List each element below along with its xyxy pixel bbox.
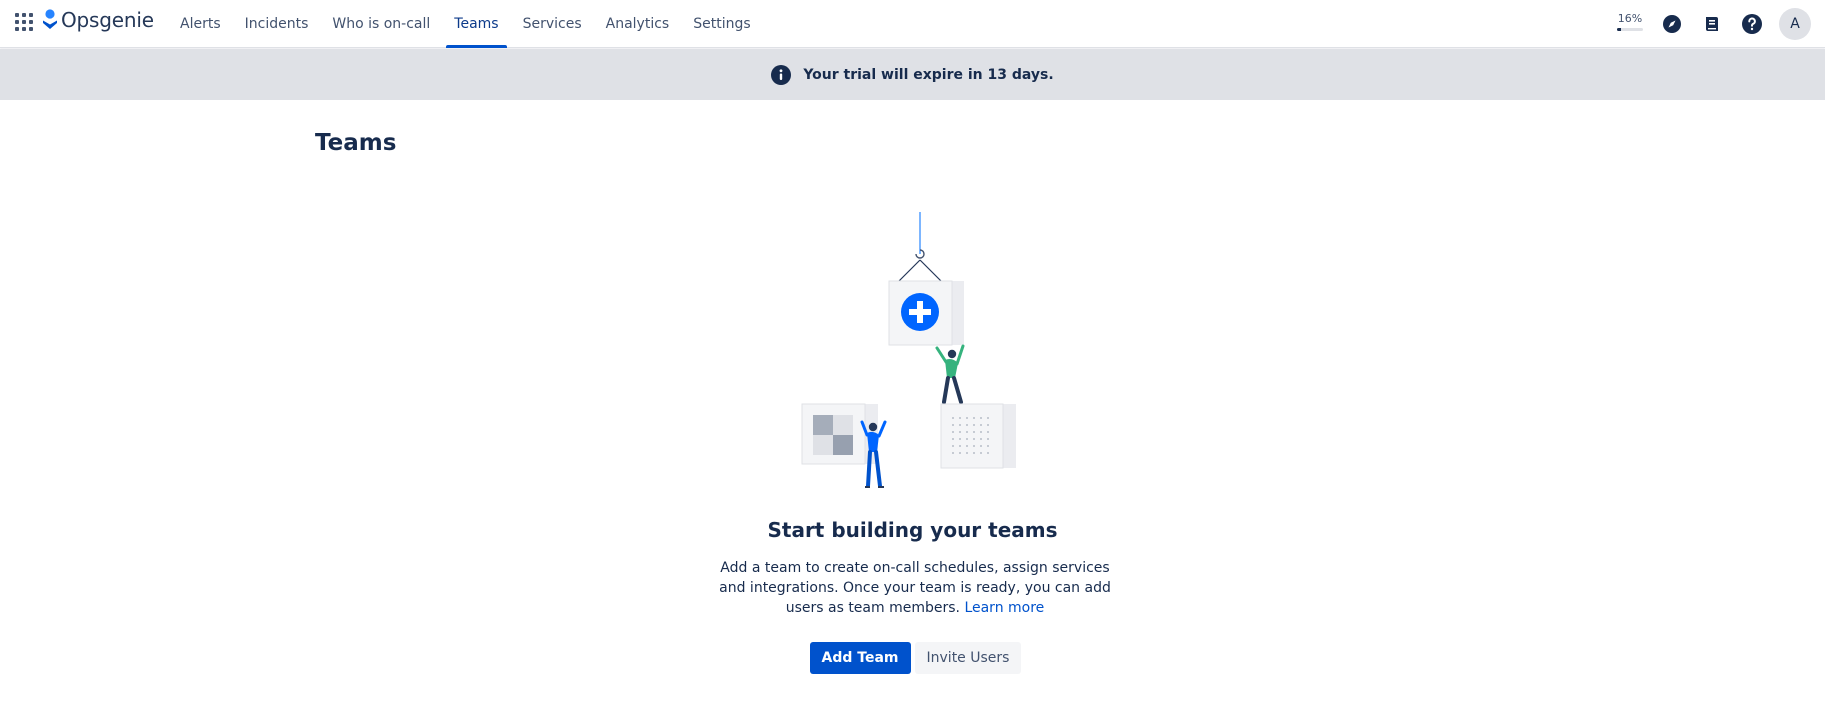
main-nav: Alerts Incidents Who is on-call Teams Se… [168, 0, 763, 48]
empty-state-description-text: Add a team to create on-call schedules, … [719, 560, 1111, 616]
nav-item-services[interactable]: Services [511, 0, 594, 48]
setup-progress[interactable]: 16% [1617, 12, 1643, 36]
nav-item-who-is-on-call[interactable]: Who is on-call [320, 0, 442, 48]
nav-item-analytics[interactable]: Analytics [594, 0, 682, 48]
book-icon[interactable] [1699, 11, 1725, 37]
progress-label: 16% [1617, 12, 1643, 25]
toolbar: 16% A [1617, 7, 1811, 41]
empty-state-description: Add a team to create on-call schedules, … [715, 558, 1115, 618]
nav-item-teams[interactable]: Teams [442, 0, 510, 48]
nav-item-incidents[interactable]: Incidents [233, 0, 321, 48]
avatar[interactable]: A [1779, 8, 1811, 40]
learn-more-link[interactable]: Learn more [964, 600, 1044, 616]
opsgenie-logo-icon [43, 9, 57, 29]
empty-state-title: Start building your teams [767, 518, 1058, 542]
app-switcher-icon[interactable] [13, 11, 33, 31]
page-title: Teams [315, 130, 397, 156]
app-name: Opsgenie [61, 8, 154, 32]
trial-banner-text: Your trial will expire in 13 days. [803, 66, 1054, 83]
progress-bar [1617, 28, 1643, 31]
nav-item-settings[interactable]: Settings [681, 0, 762, 48]
info-icon [771, 64, 792, 85]
team-building-illustration [801, 212, 1016, 488]
trial-banner: Your trial will expire in 13 days. [0, 49, 1825, 100]
invite-users-button[interactable]: Invite Users [914, 642, 1022, 674]
top-navigation: Opsgenie Alerts Incidents Who is on-call… [0, 0, 1825, 48]
empty-state-actions: Add Team Invite Users [0, 642, 1825, 674]
nav-item-alerts[interactable]: Alerts [168, 0, 233, 48]
add-team-button[interactable]: Add Team [809, 642, 911, 674]
opsgenie-logo[interactable]: Opsgenie [42, 8, 154, 32]
compass-icon[interactable] [1659, 11, 1685, 37]
help-icon[interactable] [1739, 11, 1765, 37]
progress-fill [1617, 28, 1622, 31]
